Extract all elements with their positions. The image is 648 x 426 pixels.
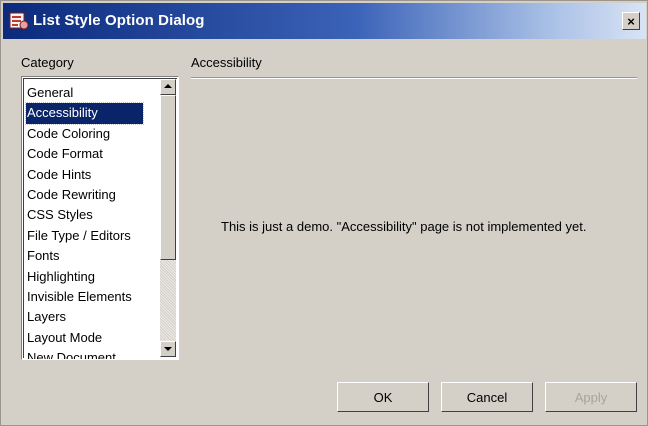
arrow-up-icon <box>164 84 172 88</box>
list-item-layers[interactable]: Layers <box>26 307 166 327</box>
category-label: Category <box>21 55 74 70</box>
close-icon: × <box>627 13 635 29</box>
arrow-down-icon <box>164 347 172 351</box>
category-list-items: General Accessibility Code Coloring Code… <box>25 83 166 359</box>
list-item-code-coloring[interactable]: Code Coloring <box>26 124 166 144</box>
window-title: List Style Option Dialog <box>33 12 205 29</box>
title-separator <box>191 77 637 79</box>
scroll-up-button[interactable] <box>160 79 176 95</box>
close-button[interactable]: × <box>622 12 640 30</box>
list-item-accessibility[interactable]: Accessibility <box>25 102 144 125</box>
demo-message: This is just a demo. "Accessibility" pag… <box>221 219 587 234</box>
list-item-highlighting[interactable]: Highlighting <box>26 267 166 287</box>
category-list[interactable]: General Accessibility Code Coloring Code… <box>21 76 179 360</box>
app-icon <box>9 12 29 30</box>
list-item-invisible-elements[interactable]: Invisible Elements <box>26 287 166 307</box>
scroll-down-button[interactable] <box>160 341 176 357</box>
scroll-thumb[interactable] <box>160 95 176 260</box>
list-item-code-format[interactable]: Code Format <box>26 144 166 164</box>
list-item-code-hints[interactable]: Code Hints <box>26 165 166 185</box>
list-item-file-type-editors[interactable]: File Type / Editors <box>26 226 166 246</box>
page-title: Accessibility <box>191 55 262 70</box>
list-item-code-rewriting[interactable]: Code Rewriting <box>26 185 166 205</box>
cancel-button[interactable]: Cancel <box>441 382 533 412</box>
category-scrollbar[interactable] <box>160 79 176 357</box>
dialog-window: List Style Option Dialog × Category Gene… <box>0 0 648 426</box>
list-item-general[interactable]: General <box>26 83 166 103</box>
title-bar[interactable]: List Style Option Dialog × <box>3 3 646 39</box>
list-item-layout-mode[interactable]: Layout Mode <box>26 328 166 348</box>
apply-button[interactable]: Apply <box>545 382 637 412</box>
ok-button[interactable]: OK <box>337 382 429 412</box>
list-item-fonts[interactable]: Fonts <box>26 246 166 266</box>
list-item-css-styles[interactable]: CSS Styles <box>26 205 166 225</box>
list-item-new-document[interactable]: New Document <box>26 348 166 359</box>
